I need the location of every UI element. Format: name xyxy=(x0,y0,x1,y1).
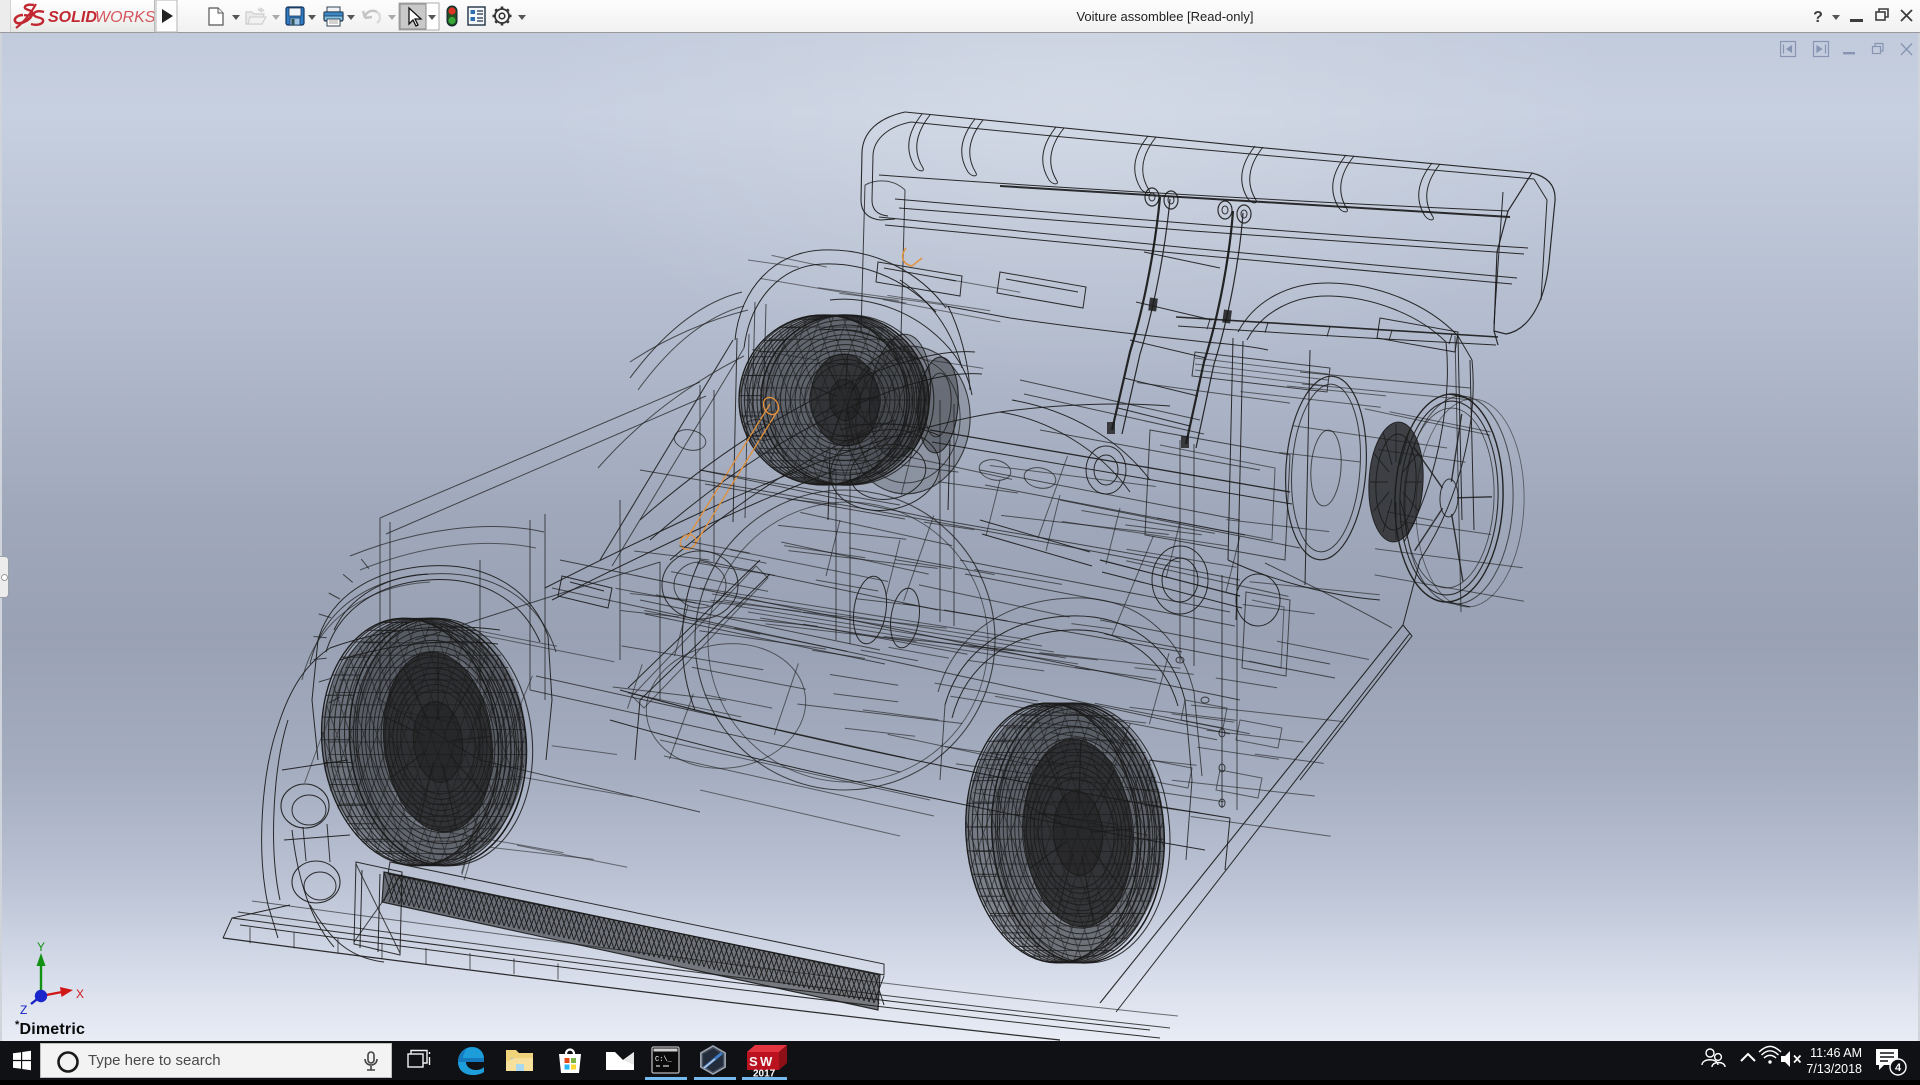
svg-text:?: ? xyxy=(1813,9,1823,26)
svg-text:11:46 AM: 11:46 AM xyxy=(1810,1046,1862,1060)
svg-text:W: W xyxy=(760,1054,773,1069)
svg-text:WORKS: WORKS xyxy=(95,9,156,26)
svg-text:Voiture assomblee [Read-only]: Voiture assomblee [Read-only] xyxy=(1076,9,1253,24)
svg-text:X: X xyxy=(76,987,84,1001)
svg-text:Y: Y xyxy=(37,940,45,954)
svg-text:SOLID: SOLID xyxy=(48,9,97,26)
svg-text:7/13/2018: 7/13/2018 xyxy=(1806,1062,1862,1076)
svg-text:C:\_: C:\_ xyxy=(655,1056,673,1064)
svg-text:Z: Z xyxy=(20,1003,27,1017)
svg-text:S: S xyxy=(749,1054,758,1069)
svg-text:4: 4 xyxy=(1895,1062,1902,1074)
